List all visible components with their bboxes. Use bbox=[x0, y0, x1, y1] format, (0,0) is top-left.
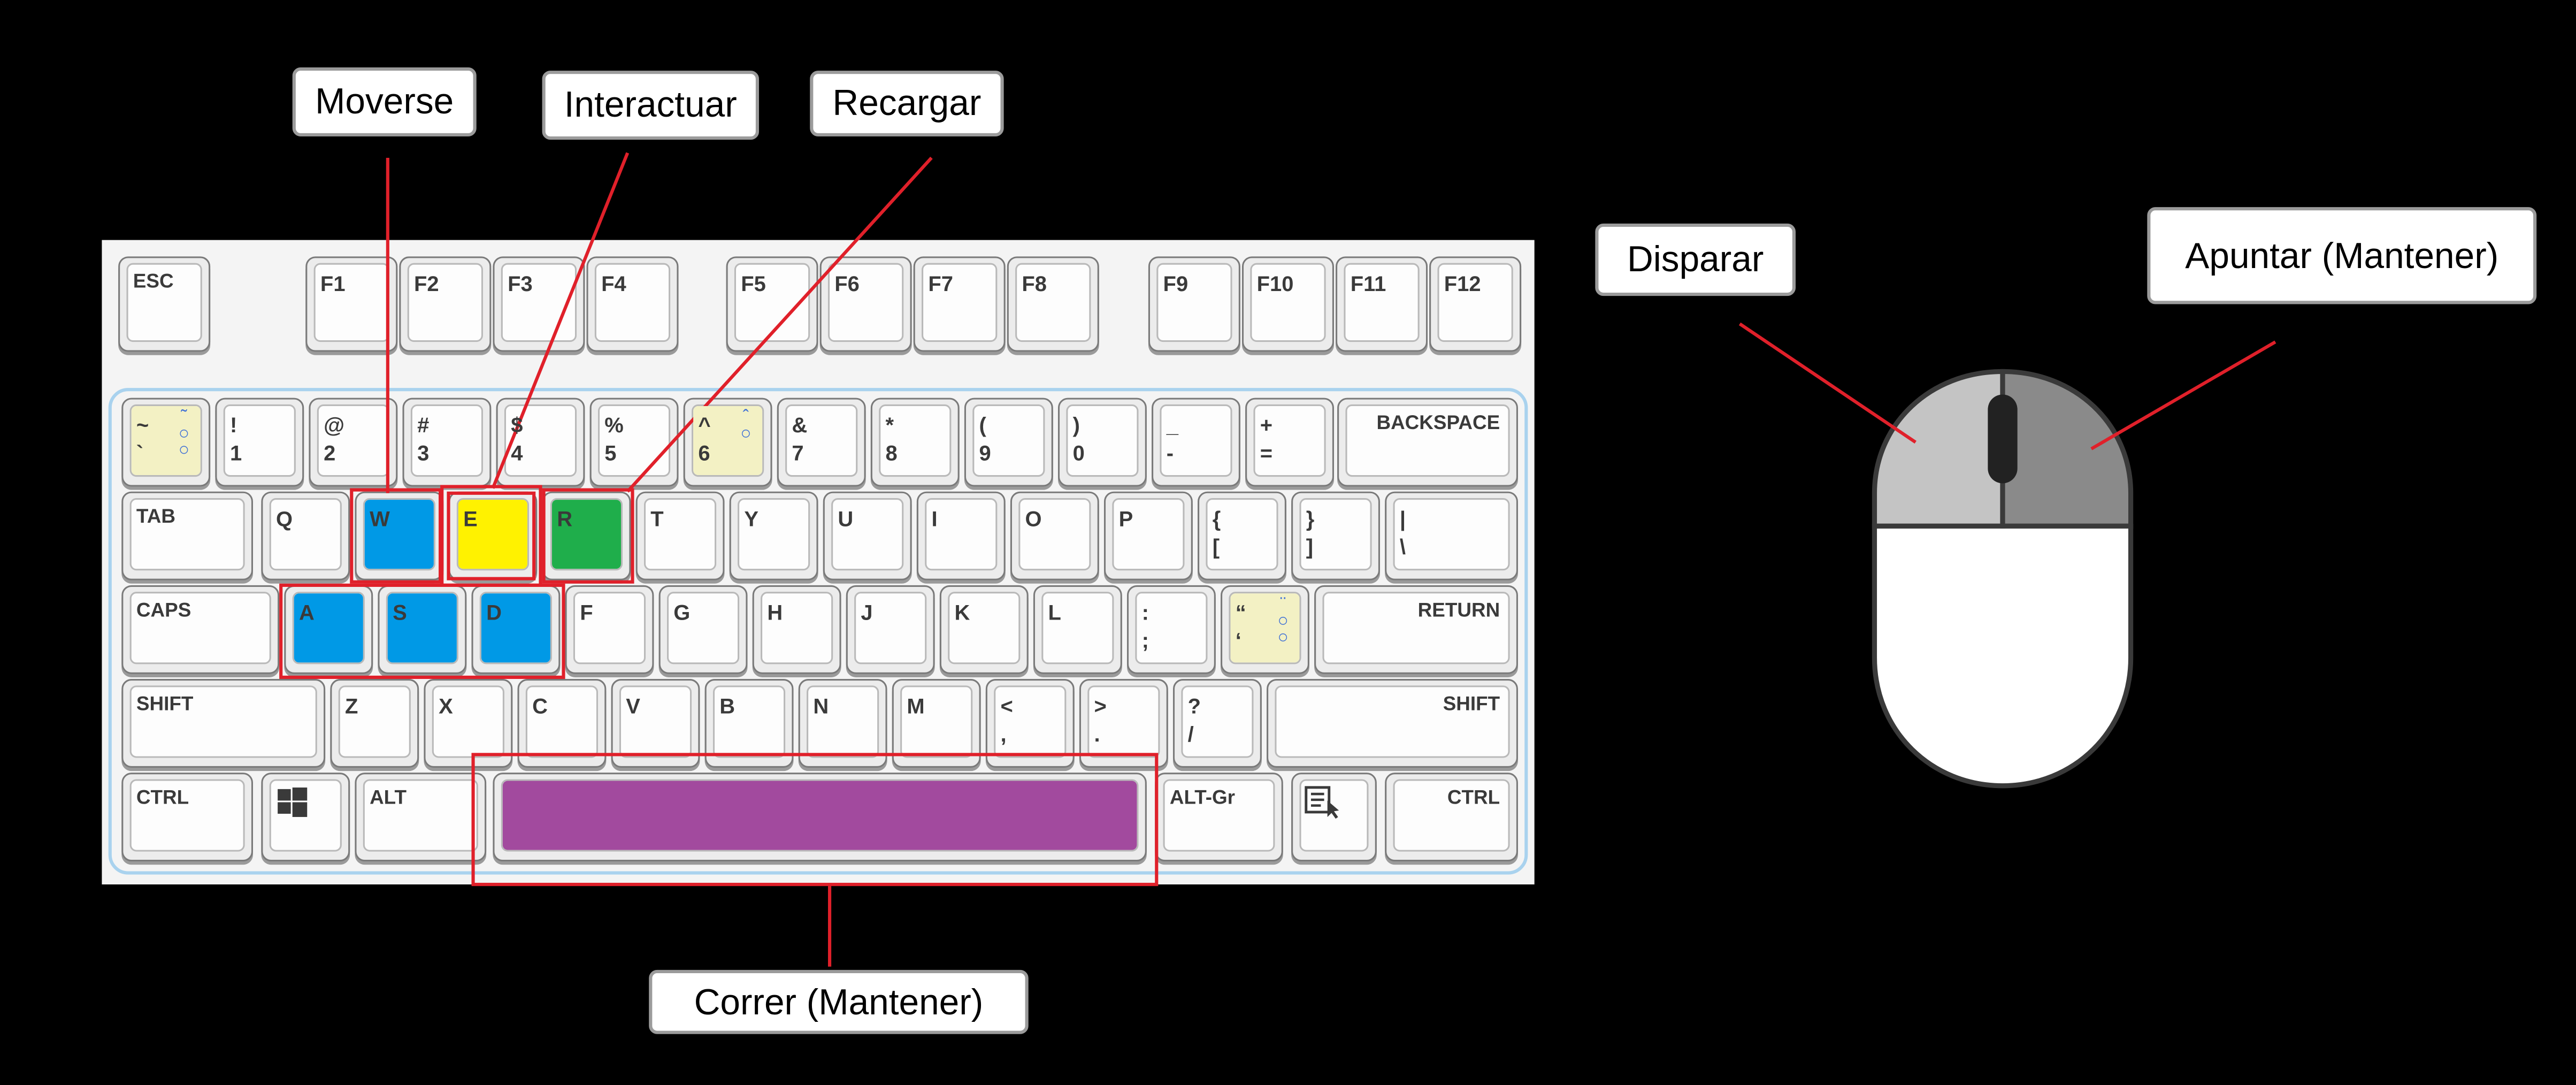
key-a: A bbox=[284, 585, 373, 674]
mouse bbox=[1872, 369, 2134, 789]
aim-callout: Apuntar (Mantener) bbox=[2147, 207, 2537, 304]
aim-leader-line bbox=[2090, 340, 2276, 450]
menu-context-icon bbox=[1305, 786, 1339, 819]
key-quote: “‘¨ ○ ○ bbox=[1221, 585, 1309, 674]
interact-leader-line bbox=[491, 152, 630, 489]
move-callout: Moverse bbox=[292, 67, 477, 137]
mouse-right-button bbox=[2000, 369, 2134, 529]
sprint-callout: Correr (Mantener) bbox=[649, 969, 1029, 1034]
key-space bbox=[493, 773, 1147, 862]
key-6: ^ 6 ˆ ○ bbox=[683, 398, 772, 487]
fire-leader-line bbox=[1738, 322, 1916, 444]
key-tilde: ~ ` ˜ ○ ○ bbox=[121, 398, 211, 487]
key-d: D bbox=[471, 585, 561, 674]
dead-key-marker-icon: ˜ ○ ○ bbox=[178, 408, 190, 461]
mouse-left-button bbox=[1872, 369, 2005, 529]
key-r: R bbox=[542, 491, 631, 580]
mouse-body bbox=[1872, 523, 2134, 789]
mouse-scroll-wheel-icon bbox=[1988, 394, 2018, 484]
dead-key-marker-icon: ˆ ○ bbox=[740, 408, 752, 444]
key-e: E bbox=[448, 491, 538, 580]
fire-callout: Disparar bbox=[1595, 223, 1796, 296]
reload-callout: Recargar bbox=[810, 71, 1004, 137]
controls-diagram: ESC F1 F2 F3 F4 F5 F6 F7 F8 F9 F10 F11 F… bbox=[0, 0, 2576, 1085]
interact-callout: Interactuar bbox=[542, 71, 759, 140]
key-w: W bbox=[355, 491, 444, 580]
key-s: S bbox=[378, 585, 467, 674]
sprint-key-fill bbox=[502, 781, 1137, 850]
dead-key-marker-icon: ¨ ○ ○ bbox=[1277, 595, 1289, 648]
windows-logo-icon bbox=[278, 787, 308, 817]
